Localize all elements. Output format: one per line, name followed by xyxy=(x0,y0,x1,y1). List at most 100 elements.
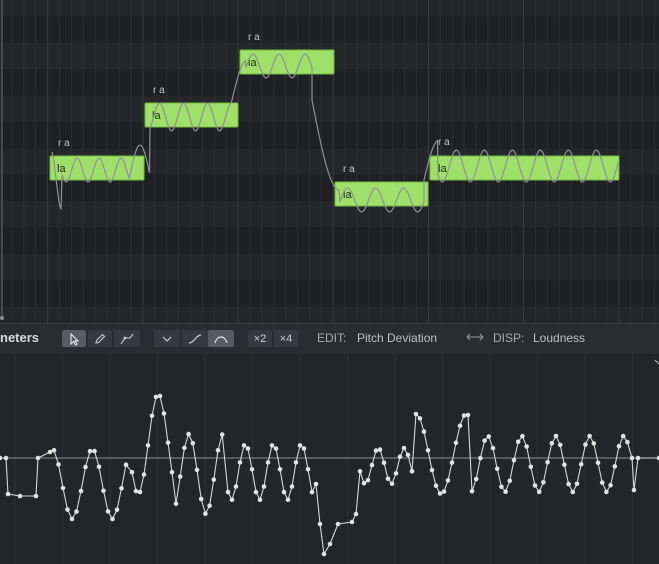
control-point[interactable] xyxy=(74,509,79,514)
control-point[interactable] xyxy=(157,393,163,399)
control-point[interactable] xyxy=(429,467,435,473)
control-point[interactable] xyxy=(277,467,283,472)
control-point[interactable] xyxy=(169,469,175,475)
control-point[interactable] xyxy=(47,449,53,455)
control-point[interactable] xyxy=(536,489,542,495)
control-point[interactable] xyxy=(289,484,295,489)
control-point[interactable] xyxy=(545,459,550,465)
curve-vee-tool-button[interactable] xyxy=(154,330,180,347)
control-point[interactable] xyxy=(309,489,315,495)
piano-roll[interactable]: la r a la r a la r a la r a la r a xyxy=(0,0,659,323)
control-point[interactable] xyxy=(635,455,641,461)
control-point[interactable] xyxy=(587,433,592,439)
control-point[interactable] xyxy=(327,541,333,547)
control-point[interactable] xyxy=(269,443,275,448)
control-point[interactable] xyxy=(453,440,459,446)
control-point[interactable] xyxy=(69,516,75,522)
control-point[interactable] xyxy=(620,433,626,439)
control-point[interactable] xyxy=(385,476,391,481)
control-point[interactable] xyxy=(301,446,307,451)
control-point[interactable] xyxy=(461,413,467,418)
control-point[interactable] xyxy=(574,481,580,487)
control-point[interactable] xyxy=(51,448,57,453)
control-point[interactable] xyxy=(233,484,239,489)
control-point[interactable] xyxy=(225,489,231,495)
control-point[interactable] xyxy=(215,447,221,453)
control-point[interactable] xyxy=(373,448,379,453)
control-point[interactable] xyxy=(60,485,66,491)
control-point[interactable] xyxy=(409,469,415,474)
control-point[interactable] xyxy=(101,488,106,493)
line-tool-button[interactable] xyxy=(114,330,140,347)
control-point[interactable] xyxy=(578,462,584,467)
control-point[interactable] xyxy=(393,471,399,476)
control-point[interactable] xyxy=(261,484,267,489)
control-point[interactable] xyxy=(123,462,129,467)
control-point[interactable] xyxy=(441,489,447,494)
control-point[interactable] xyxy=(153,394,159,400)
scale-x4-button[interactable]: ×4 xyxy=(274,330,298,347)
control-point[interactable] xyxy=(465,412,471,418)
control-point[interactable] xyxy=(425,448,431,453)
control-point[interactable] xyxy=(133,488,139,494)
parameter-control-points[interactable] xyxy=(0,393,659,557)
control-point[interactable] xyxy=(570,489,576,495)
control-point[interactable] xyxy=(397,454,403,459)
control-point[interactable] xyxy=(405,452,411,458)
control-point[interactable] xyxy=(5,491,11,497)
select-tool-button[interactable] xyxy=(62,330,86,347)
control-point[interactable] xyxy=(361,480,367,486)
piano-roll-canvas[interactable]: la r a la r a la r a la r a la r a xyxy=(0,0,659,323)
control-point[interactable] xyxy=(631,487,637,493)
control-point[interactable] xyxy=(377,447,383,452)
control-point[interactable] xyxy=(211,477,217,482)
control-point[interactable] xyxy=(65,507,70,512)
control-point[interactable] xyxy=(321,551,327,557)
control-point[interactable] xyxy=(87,448,93,454)
parameter-panel[interactable] xyxy=(0,354,659,564)
control-point[interactable] xyxy=(119,486,124,491)
control-point[interactable] xyxy=(616,443,622,449)
control-point[interactable] xyxy=(499,484,504,490)
control-point[interactable] xyxy=(305,467,311,472)
control-point[interactable] xyxy=(96,464,102,470)
control-point[interactable] xyxy=(110,516,115,522)
control-point[interactable] xyxy=(433,483,439,488)
control-point[interactable] xyxy=(612,464,618,469)
control-point[interactable] xyxy=(515,439,521,445)
control-point[interactable] xyxy=(494,466,500,472)
control-point[interactable] xyxy=(145,443,151,448)
control-point[interactable] xyxy=(281,489,287,495)
control-point[interactable] xyxy=(595,460,601,465)
control-point[interactable] xyxy=(137,489,143,495)
control-point[interactable] xyxy=(83,464,88,470)
control-point[interactable] xyxy=(92,448,97,454)
control-point[interactable] xyxy=(381,460,387,465)
control-point[interactable] xyxy=(56,462,61,467)
curve-ramp-tool-button[interactable] xyxy=(182,330,208,347)
control-point[interactable] xyxy=(583,442,588,447)
control-point[interactable] xyxy=(194,467,200,473)
control-point[interactable] xyxy=(0,455,3,461)
scale-x2-button[interactable]: ×2 xyxy=(248,330,272,347)
control-point[interactable] xyxy=(511,457,517,463)
control-point[interactable] xyxy=(313,481,319,487)
control-point[interactable] xyxy=(549,440,555,446)
control-point[interactable] xyxy=(437,491,443,496)
control-point[interactable] xyxy=(413,411,419,417)
control-point[interactable] xyxy=(317,521,323,527)
control-point[interactable] xyxy=(249,467,255,472)
parameter-canvas[interactable] xyxy=(0,354,659,564)
control-point[interactable] xyxy=(562,462,567,467)
control-point[interactable] xyxy=(608,482,613,488)
control-point[interactable] xyxy=(198,496,204,502)
control-point[interactable] xyxy=(129,469,135,475)
control-point[interactable] xyxy=(417,416,423,421)
control-point[interactable] xyxy=(186,431,191,437)
control-point[interactable] xyxy=(265,460,271,465)
control-point[interactable] xyxy=(486,434,492,439)
control-point[interactable] xyxy=(478,455,483,461)
control-point[interactable] xyxy=(219,432,225,437)
control-point[interactable] xyxy=(335,521,341,527)
control-point[interactable] xyxy=(190,440,196,446)
